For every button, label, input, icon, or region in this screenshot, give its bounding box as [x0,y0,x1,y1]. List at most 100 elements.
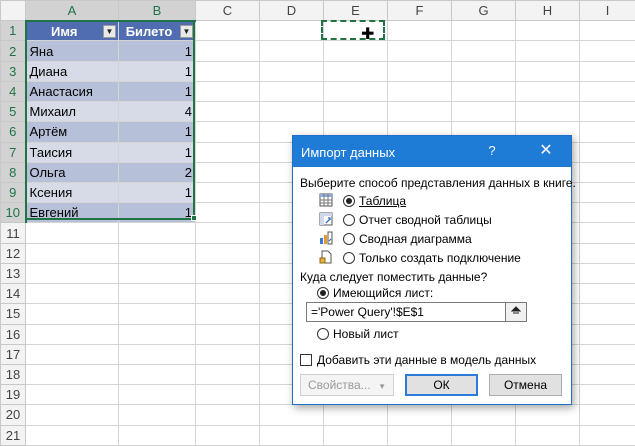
column-header-d[interactable]: D [259,0,324,22]
cell[interactable] [195,283,260,305]
cell[interactable] [579,424,635,446]
cell[interactable] [259,80,324,103]
table-cell-name[interactable]: Яна [25,40,119,62]
cell[interactable] [323,60,388,82]
cell[interactable] [195,222,260,244]
cell[interactable] [579,283,635,305]
cell[interactable] [451,60,516,82]
column-header-c[interactable]: C [195,0,260,22]
table-cell-name[interactable]: Диана [25,60,119,82]
option-pivot-chart[interactable]: Сводная диаграмма [343,232,472,246]
cell[interactable] [579,303,635,325]
close-button[interactable]: ✕ [535,140,557,162]
cell[interactable] [579,222,635,244]
row-header[interactable]: 19 [0,384,26,406]
table-cell-name[interactable]: Евгений [25,202,119,224]
cell[interactable] [259,40,324,62]
add-to-data-model-option[interactable]: Добавить эти данные в модель данных [300,353,536,367]
cell[interactable] [118,303,196,325]
cell[interactable] [515,20,580,42]
cell[interactable] [451,80,516,103]
row-header[interactable]: 11 [0,222,26,244]
cell[interactable] [118,262,196,285]
cell[interactable] [259,60,324,82]
cell[interactable] [387,404,452,426]
radio-pivot-chart[interactable] [343,233,355,245]
option-connection-only[interactable]: Только создать подключение [343,251,521,265]
cell[interactable] [387,101,452,123]
cell[interactable] [579,121,635,143]
option-table[interactable]: Таблица [343,194,406,208]
cell[interactable] [579,181,635,204]
cell[interactable] [195,303,260,325]
table-cell-name[interactable]: Ксения [25,181,119,204]
cell[interactable] [195,384,260,406]
cell[interactable] [451,424,516,446]
cell[interactable] [579,202,635,224]
row-header[interactable]: 1 [0,20,27,42]
table-header-cell[interactable]: Имя ▼ [25,20,119,42]
cell[interactable] [118,404,196,426]
cell[interactable] [25,242,119,264]
cell[interactable] [579,161,635,183]
cell[interactable] [195,181,260,204]
table-cell-value[interactable]: 1 [118,121,196,143]
cell[interactable] [451,40,516,62]
table-cell-name[interactable]: Ольга [25,161,119,183]
cell[interactable] [579,384,635,406]
cell[interactable] [195,262,260,285]
cell[interactable] [515,40,580,62]
cancel-button[interactable]: Отмена [489,374,562,396]
cell[interactable] [515,404,580,426]
cell[interactable] [25,323,119,345]
dialog-title-bar[interactable]: Импорт данных ? ✕ [293,136,571,167]
cell[interactable] [195,424,260,446]
cell[interactable] [259,20,324,42]
cell[interactable] [25,262,119,285]
column-header-e[interactable]: E [323,0,388,22]
collapse-dialog-button[interactable] [505,302,527,322]
cell[interactable] [515,101,580,123]
row-header[interactable]: 5 [0,101,27,123]
table-cell-value[interactable]: 1 [118,80,196,103]
cell[interactable] [579,80,635,103]
table-cell-value[interactable]: 1 [118,40,196,62]
table-header-cell[interactable]: Билето ▼ [118,20,196,42]
cell[interactable] [387,20,452,42]
column-header-h[interactable]: H [515,0,580,22]
cell[interactable] [195,40,260,62]
table-cell-value[interactable]: 4 [118,101,196,123]
cell[interactable] [195,242,260,264]
cell[interactable] [323,404,388,426]
option-pivot-table[interactable]: Отчет сводной таблицы [343,213,492,227]
cell[interactable] [195,60,260,82]
cell[interactable] [118,363,196,386]
cell[interactable] [323,424,388,446]
row-header[interactable]: 12 [0,242,26,264]
table-cell-name[interactable]: Таисия [25,141,119,163]
cell[interactable] [25,384,119,406]
cell[interactable] [25,404,119,426]
radio-table[interactable] [343,195,355,207]
cell[interactable] [195,343,260,365]
cell[interactable] [579,323,635,345]
radio-connection-only[interactable] [343,252,355,264]
cell[interactable] [579,141,635,163]
cell[interactable] [579,60,635,82]
cell[interactable] [451,20,516,42]
filter-dropdown-icon[interactable]: ▼ [180,24,193,38]
cell[interactable] [195,202,260,224]
ok-button[interactable]: ОК [405,374,478,396]
cell[interactable] [195,20,260,42]
cell[interactable] [579,242,635,264]
cell[interactable] [195,101,260,123]
cell[interactable] [387,424,452,446]
cell[interactable] [25,283,119,305]
row-header[interactable]: 15 [0,303,26,325]
cell[interactable] [118,323,196,345]
cell[interactable] [579,363,635,386]
row-header[interactable]: 10 [0,202,27,224]
table-cell-value[interactable]: 2 [118,161,196,183]
row-header[interactable]: 6 [0,121,27,143]
select-all-corner[interactable] [0,0,26,22]
